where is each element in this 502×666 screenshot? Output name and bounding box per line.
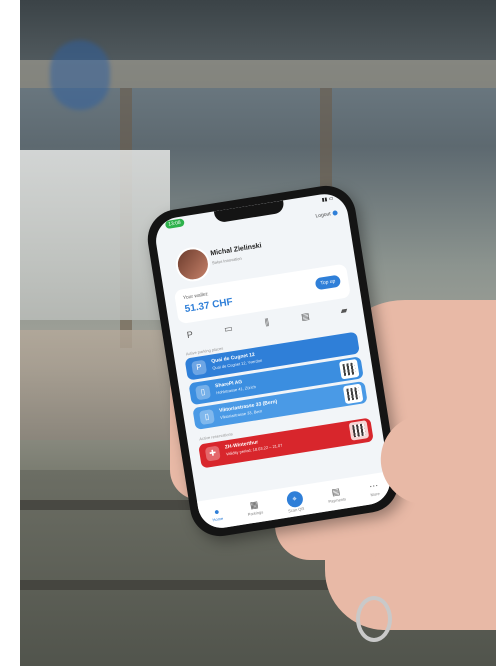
qr-code-icon[interactable] [348, 420, 370, 441]
tab-more[interactable]: ⋯ More [368, 480, 380, 497]
logout-link[interactable]: Logout [315, 210, 338, 220]
ring [356, 596, 392, 642]
phone-notch [213, 200, 285, 224]
user-name: Michal Zielinski [209, 242, 263, 258]
background-photo: 13:08 ▮▮ ▭ Logout Michal Zielinski Swiss… [20, 0, 496, 666]
logout-icon [332, 210, 338, 216]
phone-screen: 13:08 ▮▮ ▭ Logout Michal Zielinski Swiss… [152, 190, 394, 532]
tab-payments[interactable]: ▤ Payments [326, 485, 346, 504]
fuel-icon[interactable]: ⫼ [259, 315, 275, 329]
sbb-logo-icon: ✚ [204, 445, 221, 462]
battery-icon: ▮▮ ▭ [321, 195, 334, 204]
qr-code-icon[interactable] [338, 358, 360, 380]
ticket-icon[interactable]: ▭ [221, 322, 237, 336]
phone-icon: ▯ [198, 409, 215, 426]
tab-home[interactable]: ● Home [211, 505, 223, 522]
parking-icon: P [191, 359, 208, 376]
blue-sign [50, 40, 110, 110]
tab-parkings[interactable]: ▦ Parkings [246, 499, 263, 517]
card-icon[interactable]: ▤ [298, 309, 314, 323]
status-time: 13:08 [164, 218, 185, 230]
parking-icon[interactable]: P [182, 328, 198, 342]
user-subtitle: Swiss Innovation [211, 255, 242, 266]
avatar[interactable] [173, 244, 213, 284]
tab-scan[interactable]: ⌖ Scan QR [285, 489, 305, 513]
qr-code-icon[interactable] [342, 383, 364, 405]
top-up-button[interactable]: Top up [314, 274, 342, 291]
car-icon[interactable]: ▰ [336, 303, 352, 317]
logout-label: Logout [315, 211, 332, 220]
phone-icon: ▯ [195, 384, 212, 401]
